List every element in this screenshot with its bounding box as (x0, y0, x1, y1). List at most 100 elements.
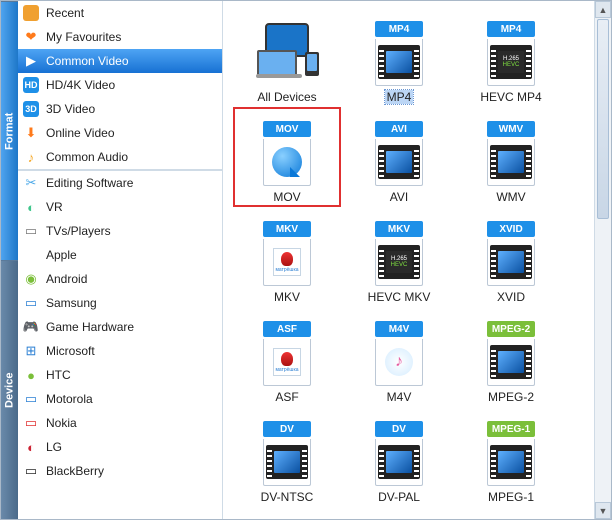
sidebar-item-htc[interactable]: ●HTC (18, 363, 222, 387)
hevc-mkv-badge: MKV (375, 221, 423, 237)
scrollbar[interactable]: ▲ ▼ (594, 1, 611, 519)
grid-item-label: MKV (274, 290, 300, 304)
asf-thumb: ASFматрёшка (257, 321, 317, 386)
avi-badge: AVI (375, 121, 423, 137)
grid-item-wmv[interactable]: WMV WMV (457, 107, 565, 207)
mpeg1-badge: MPEG-1 (487, 421, 535, 437)
android-icon: ◉ (22, 270, 40, 288)
grid-item-mpeg1[interactable]: MPEG-1 MPEG-1 (457, 407, 565, 507)
grid-item-hevc-mp4[interactable]: MP4H.265HEVCHEVC MP4 (457, 7, 565, 107)
grid-item-asf[interactable]: ASFматрёшка ASF (233, 307, 341, 407)
sidebar-item-common-video[interactable]: ▶ Common Video (18, 49, 222, 73)
m4v-badge: M4V (375, 321, 423, 337)
grid-item-mp4[interactable]: MP4MP4 (345, 7, 453, 107)
sidebar: Recent ❤My Favourites ▶ Common Video HDHD/4K… (18, 1, 223, 519)
grid-item-mpeg2[interactable]: MPEG-2MPEG-2 (457, 307, 565, 407)
m4v-thumb: M4V (369, 321, 429, 386)
sidebar-item-label: HD/4K Video (46, 78, 115, 92)
sidebar-item-motorola[interactable]: ▭Motorola (18, 387, 222, 411)
mpeg2-badge: MPEG-2 (487, 321, 535, 337)
sidebar-format-list: Recent ❤My Favourites ▶ Common Video HDHD/4K… (18, 1, 222, 171)
common-video-icon: ▶ (22, 52, 40, 70)
dv-ntsc-page-icon (263, 439, 311, 486)
sidebar-item-label: 3D Video (46, 102, 95, 116)
sidebar-item-nokia[interactable]: ▭Nokia (18, 411, 222, 435)
grid-item-label: M4V (387, 390, 412, 404)
sidebar-item-label: Microsoft (46, 344, 95, 358)
sidebar-item-tvs[interactable]: ▭ TVs/Players (18, 219, 222, 243)
sidebar-item-label: Recent (46, 6, 84, 20)
sidebar-item-samsung[interactable]: ▭Samsung (18, 291, 222, 315)
sidebar-item-label: HTC (46, 368, 71, 382)
sidebar-item-label: Common Audio (46, 150, 128, 164)
tvs-icon: ▭ (22, 222, 40, 240)
scroll-thumb[interactable] (597, 19, 609, 219)
dv-pal-badge: DV (375, 421, 423, 437)
recent-icon (22, 4, 40, 22)
sidebar-item-recent[interactable]: Recent (18, 1, 222, 25)
grid-item-label: HEVC MP4 (480, 90, 541, 104)
mpeg1-thumb: MPEG-1 (481, 421, 541, 486)
lg-icon: ◐ (22, 438, 40, 456)
grid-item-xvid[interactable]: XVIDXVID (457, 207, 565, 307)
sidebar-item-lg[interactable]: ◐ LG (18, 435, 222, 459)
sidebar-item-android[interactable]: ◉ Android (18, 267, 222, 291)
all-devices-thumb (257, 21, 317, 86)
sidebar-item-online[interactable]: ⬇Online Video (18, 121, 222, 145)
sidebar-item-favourites[interactable]: ❤My Favourites (18, 25, 222, 49)
grid-item-all-devices[interactable]: All Devices (233, 7, 341, 107)
gamehw-icon: 🎮 (22, 318, 40, 336)
sidebar-item-editing[interactable]: ✂Editing Software (18, 171, 222, 195)
grid-item-mkv[interactable]: MKVматрёшкаMKV (233, 207, 341, 307)
sidebar-item-microsoft[interactable]: ⊞Microsoft (18, 339, 222, 363)
mpeg2-page-icon (487, 339, 535, 386)
sidebar-item-label: Editing Software (46, 176, 133, 190)
grid-item-dv-pal[interactable]: DVDV-PAL (345, 407, 453, 507)
scroll-down-button[interactable]: ▼ (595, 502, 611, 519)
sidebar-item-label: Online Video (46, 126, 115, 140)
dv-ntsc-badge: DV (263, 421, 311, 437)
sidebar-item-apple[interactable]: Apple (18, 243, 222, 267)
hevc-mp4-badge: MP4 (487, 21, 535, 37)
sidebar-item-audio[interactable]: ♪ Common Audio (18, 145, 222, 169)
samsung-icon: ▭ (22, 294, 40, 312)
grid-item-label: MOV (273, 190, 300, 204)
sidebar-item-hd4k[interactable]: HDHD/4K Video (18, 73, 222, 97)
sidebar-item-3d[interactable]: 3D 3D Video (18, 97, 222, 121)
tab-device[interactable]: Device (1, 260, 18, 519)
mov-badge: MOV (263, 121, 311, 137)
mp4-badge: MP4 (375, 21, 423, 37)
dv-pal-page-icon (375, 439, 423, 486)
scroll-up-button[interactable]: ▲ (595, 1, 611, 18)
grid-item-label: XVID (497, 290, 525, 304)
sidebar-item-label: Android (46, 272, 87, 286)
sidebar-item-gamehw[interactable]: 🎮Game Hardware (18, 315, 222, 339)
mp4-page-icon (375, 39, 423, 86)
grid-item-label: WMV (496, 190, 525, 204)
wmv-thumb: WMV (481, 121, 541, 186)
grid-item-hevc-mkv[interactable]: MKVH.265HEVCHEVC MKV (345, 207, 453, 307)
grid-item-label: ASF (275, 390, 298, 404)
sidebar-item-label: BlackBerry (46, 464, 104, 478)
sidebar-item-blackberry[interactable]: ▭BlackBerry (18, 459, 222, 483)
grid-item-mov[interactable]: MOV MOV (233, 107, 341, 207)
sidebar-item-label: Common Video (46, 54, 129, 68)
grid-item-avi[interactable]: AVIAVI (345, 107, 453, 207)
mpeg1-page-icon (487, 439, 535, 486)
mov-thumb: MOV (257, 121, 317, 186)
3d-icon: 3D (22, 100, 40, 118)
sidebar-item-label: Motorola (46, 392, 93, 406)
vertical-tabs: Format Device (1, 1, 18, 519)
sidebar-item-label: LG (46, 440, 62, 454)
audio-icon: ♪ (22, 148, 40, 166)
tab-format[interactable]: Format (1, 1, 18, 260)
grid-item-m4v[interactable]: M4V M4V (345, 307, 453, 407)
grid-item-dv-ntsc[interactable]: DVDV-NTSC (233, 407, 341, 507)
hevc-mkv-thumb: MKVH.265HEVC (369, 221, 429, 286)
sidebar-item-vr[interactable]: ◐VR (18, 195, 222, 219)
m4v-page-icon (375, 339, 423, 386)
sidebar-item-label: My Favourites (46, 30, 121, 44)
sidebar-item-label: TVs/Players (46, 224, 111, 238)
grid-item-label: MPEG-1 (488, 490, 534, 504)
grid-item-label: All Devices (257, 90, 316, 104)
